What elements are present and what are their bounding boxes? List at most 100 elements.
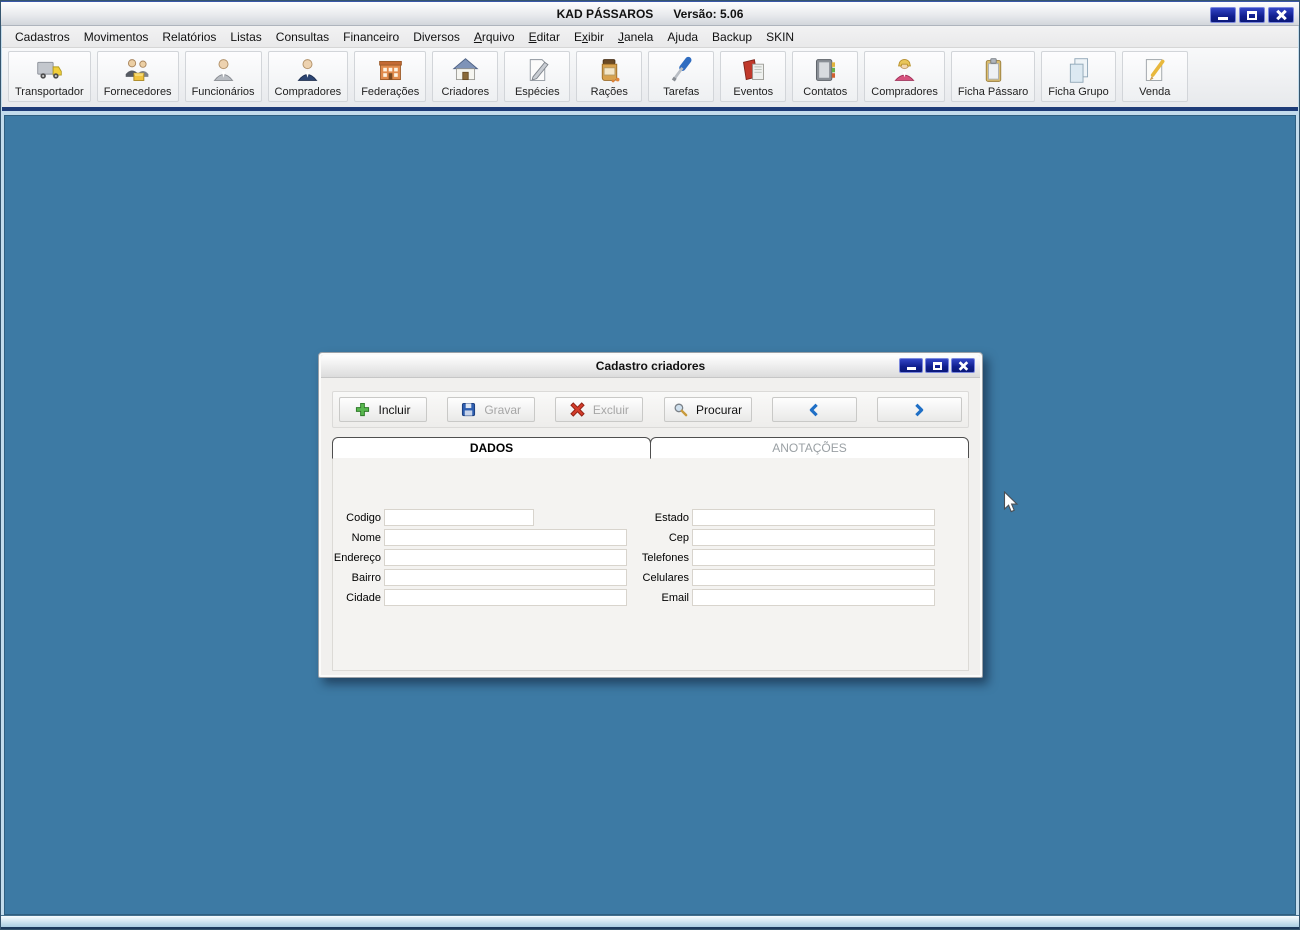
next-record-button[interactable]	[876, 397, 962, 422]
include-button-label: Incluir	[378, 402, 411, 417]
field-label-nome: Nome	[351, 531, 381, 544]
toolbar-button-label: Funcionários	[191, 86, 255, 98]
toolbar-button-funcionarios-2[interactable]: Funcionários	[184, 51, 262, 102]
search-icon	[673, 402, 688, 417]
toolbar-button-venda-14[interactable]: Venda	[1121, 51, 1188, 102]
close-button[interactable]	[1268, 7, 1294, 23]
menu-item-relatorios[interactable]: Relatórios	[155, 27, 223, 47]
buyer-woman-icon	[890, 56, 919, 85]
field-label-endereco: Endereço	[333, 551, 381, 564]
toolbar-button-tarefas-8[interactable]: Tarefas	[648, 51, 715, 102]
main-titlebar: KAD PÁSSAROS Versão: 5.06	[0, 0, 1300, 26]
toolbar-button-ficha-passaro-12[interactable]: Ficha Pássaro	[950, 51, 1036, 102]
toolbar-button-label: Eventos	[733, 86, 774, 98]
employee-icon	[209, 56, 238, 85]
close-icon	[958, 361, 969, 370]
field-label-cep: Cep	[668, 531, 689, 544]
toolbar-button-label: Fornecedores	[103, 86, 172, 98]
form-row-codigo: Codigo	[333, 509, 627, 526]
app-version: Versão: 5.06	[673, 6, 744, 21]
address-book-icon	[811, 56, 840, 85]
buyer-icon	[293, 56, 322, 85]
red-book-icon	[739, 56, 768, 85]
form-row-telefones: Telefones	[641, 549, 935, 566]
input-email[interactable]	[692, 589, 935, 606]
tab-anotacoes[interactable]: ANOTAÇÕES	[650, 437, 969, 459]
delete-button-label: Excluir	[592, 402, 629, 417]
toolbar-button-label: Compradores	[274, 86, 342, 98]
previous-record-button[interactable]	[771, 397, 857, 422]
input-estado[interactable]	[692, 509, 935, 526]
truck-icon	[35, 56, 64, 85]
menu-item-exibir[interactable]: Exibir	[567, 27, 611, 47]
toolbar-button-label: Ficha Grupo	[1048, 86, 1109, 98]
paper-pencil-icon	[523, 56, 552, 85]
field-label-codigo: Codigo	[346, 511, 381, 524]
toolbar-button-contatos-10[interactable]: Contatos	[792, 51, 859, 102]
menu-item-movimentos[interactable]: Movimentos	[77, 27, 156, 47]
tab-dados[interactable]: DADOS	[332, 437, 651, 459]
window-bottom-frame	[0, 915, 1300, 930]
form-row-email: Email	[641, 589, 935, 606]
input-telefones[interactable]	[692, 549, 935, 566]
search-button-label: Procurar	[696, 402, 743, 417]
search-button[interactable]: Procurar	[663, 397, 752, 422]
menu-item-financeiro[interactable]: Financeiro	[336, 27, 406, 47]
input-endereco[interactable]	[384, 549, 627, 566]
input-celulares[interactable]	[692, 569, 935, 586]
input-cep[interactable]	[692, 529, 935, 546]
input-codigo[interactable]	[384, 509, 534, 526]
form-row-nome: Nome	[333, 529, 627, 546]
toolbar-button-fornecedores-1[interactable]: Fornecedores	[96, 51, 179, 102]
dialog-window-controls	[899, 358, 975, 373]
save-button: Gravar	[447, 397, 536, 422]
toolbar-button-criadores-5[interactable]: Criadores	[432, 51, 499, 102]
toolbar-button-label: Rações	[590, 86, 628, 98]
input-cidade[interactable]	[384, 589, 627, 606]
toolbar-button-eventos-9[interactable]: Eventos	[720, 51, 787, 102]
field-label-estado: Estado	[654, 511, 689, 524]
field-label-cidade: Cidade	[346, 591, 381, 604]
sale-note-icon	[1140, 56, 1169, 85]
toolbar-button-label: Criadores	[441, 86, 490, 98]
menu-item-backup[interactable]: Backup	[705, 27, 759, 47]
pages-icon	[1064, 56, 1093, 85]
window-title: KAD PÁSSAROS Versão: 5.06	[557, 7, 744, 21]
menu-item-listas[interactable]: Listas	[223, 27, 268, 47]
app-title: KAD PÁSSAROS	[556, 6, 654, 21]
menu-item-janela[interactable]: Janela	[611, 27, 660, 47]
dialog-close-button[interactable]	[951, 358, 975, 373]
dialog-minimize-button[interactable]	[899, 358, 923, 373]
toolbar-button-federacoes-4[interactable]: Federações	[354, 51, 427, 102]
input-nome[interactable]	[384, 529, 627, 546]
minimize-icon	[906, 367, 916, 370]
menu-item-ajuda[interactable]: Ajuda	[660, 27, 705, 47]
minimize-button[interactable]	[1210, 7, 1236, 23]
dialog-maximize-button[interactable]	[925, 358, 949, 373]
delete-button: Excluir	[555, 397, 644, 422]
maximize-button[interactable]	[1239, 7, 1265, 23]
toolbar-button-compradores-3[interactable]: Compradores	[267, 51, 349, 102]
toolbar-button-racoes-7[interactable]: Rações	[576, 51, 643, 102]
menu-item-diversos[interactable]: Diversos	[406, 27, 467, 47]
toolbar-button-ficha-grupo-13[interactable]: Ficha Grupo	[1041, 51, 1116, 102]
menu-item-skin[interactable]: SKIN	[759, 27, 801, 47]
toolbar-button-compradores-11[interactable]: Compradores	[864, 51, 945, 102]
include-button[interactable]: Incluir	[339, 397, 427, 422]
chevron-right-icon	[912, 403, 926, 417]
input-bairro[interactable]	[384, 569, 627, 586]
toolbar-button-especies-6[interactable]: Espécies	[504, 51, 571, 102]
menu-item-cadastros[interactable]: Cadastros	[8, 27, 77, 47]
menu-item-editar[interactable]: Editar	[522, 27, 567, 47]
menu-item-arquivo[interactable]: Arquivo	[467, 27, 522, 47]
save-button-label: Gravar	[484, 402, 522, 417]
feed-jar-icon	[595, 56, 624, 85]
dialog-titlebar[interactable]: Cadastro criadores	[321, 355, 980, 378]
toolbar-button-transportador-0[interactable]: Transportador	[8, 51, 91, 102]
maximize-icon	[932, 361, 942, 370]
form-row-bairro: Bairro	[333, 569, 627, 586]
screwdriver-icon	[667, 56, 696, 85]
menu-item-consultas[interactable]: Consultas	[269, 27, 336, 47]
form-row-cidade: Cidade	[333, 589, 627, 606]
form-row-endereco: Endereço	[333, 549, 627, 566]
